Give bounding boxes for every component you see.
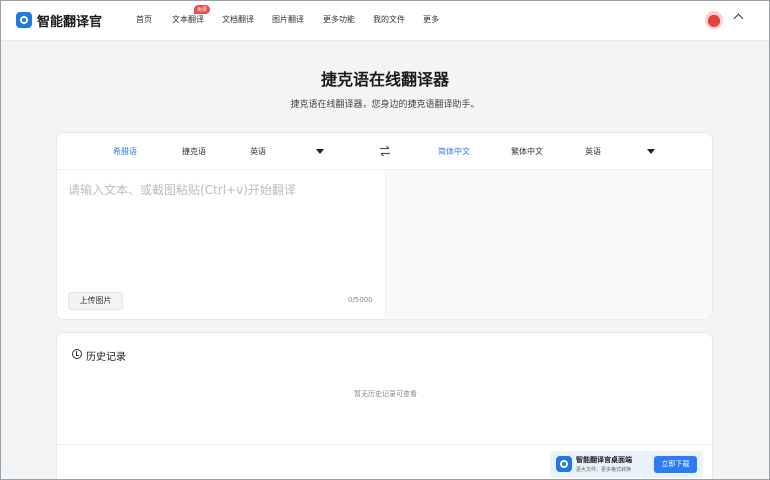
banner-subtitle: 更大文件、更多格式转换 <box>576 467 632 473</box>
page-title: 捷克语在线翻译器 <box>320 70 449 89</box>
nav-item-image-translate[interactable]: 图片翻译 <box>272 14 304 25</box>
source-lang-greek[interactable]: 希腊语 <box>113 146 137 157</box>
history-empty-text: 暂无历史记录可查看 <box>354 390 417 398</box>
banner-title: 智能翻译官桌面端 <box>576 456 632 464</box>
upload-image-button[interactable]: 上传图片 <box>68 292 123 310</box>
nav-item-doc-translate[interactable]: 文档翻译 <box>222 14 254 25</box>
source-lang-english[interactable]: 英语 <box>250 146 266 157</box>
free-badge: 免费 <box>194 5 211 14</box>
divider <box>57 444 714 445</box>
swap-languages-icon[interactable] <box>378 144 392 158</box>
source-lang-dropdown-icon[interactable] <box>316 149 324 154</box>
nav-item-home[interactable]: 首页 <box>136 14 152 25</box>
top-nav: 智能翻译官 首页 文本翻译 免费 文档翻译 图片翻译 更多功能 我的文件 更多 <box>1 1 769 41</box>
translation-output-pane <box>385 170 712 319</box>
app-name[interactable]: 智能翻译官 <box>37 11 102 30</box>
source-lang-czech[interactable]: 捷克语 <box>182 146 206 157</box>
desktop-download-banner: 智能翻译官桌面端 更大文件、更多格式转换 立即下载 <box>550 451 703 478</box>
history-title: 历史记录 <box>86 352 126 363</box>
target-lang-simplified-chinese[interactable]: 简体中文 <box>438 146 470 157</box>
target-lang-dropdown-icon[interactable] <box>647 149 655 154</box>
chevron-up-icon[interactable] <box>733 13 744 24</box>
page-subtitle: 捷克语在线翻译器，您身边的捷克语翻译助手。 <box>290 100 480 110</box>
char-count: 0/5000 <box>348 296 373 304</box>
source-text-input[interactable]: 请输入文本、或截图粘贴(Ctrl+v)开始翻译 <box>68 181 296 198</box>
app-logo-icon[interactable] <box>16 12 32 28</box>
target-lang-traditional-chinese[interactable]: 繁体中文 <box>511 146 543 157</box>
nav-item-my-files[interactable]: 我的文件 <box>373 14 405 25</box>
history-clock-icon <box>72 349 82 359</box>
desktop-app-icon <box>556 456 572 472</box>
download-now-button[interactable]: 立即下载 <box>654 456 697 473</box>
nav-item-more[interactable]: 更多 <box>423 14 439 25</box>
language-bar: 希腊语 捷克语 英语 简体中文 繁体中文 英语 <box>57 133 712 170</box>
user-avatar[interactable] <box>705 11 723 29</box>
source-text-pane[interactable]: 请输入文本、或截图粘贴(Ctrl+v)开始翻译 上传图片 0/5000 <box>57 170 385 319</box>
translator-card: 希腊语 捷克语 英语 简体中文 繁体中文 英语 请输入文本、或截图粘贴(Ctrl… <box>56 132 713 320</box>
target-lang-english[interactable]: 英语 <box>585 146 601 157</box>
nav-item-more-features[interactable]: 更多功能 <box>323 14 355 25</box>
nav-item-text-translate[interactable]: 文本翻译 <box>172 14 204 25</box>
